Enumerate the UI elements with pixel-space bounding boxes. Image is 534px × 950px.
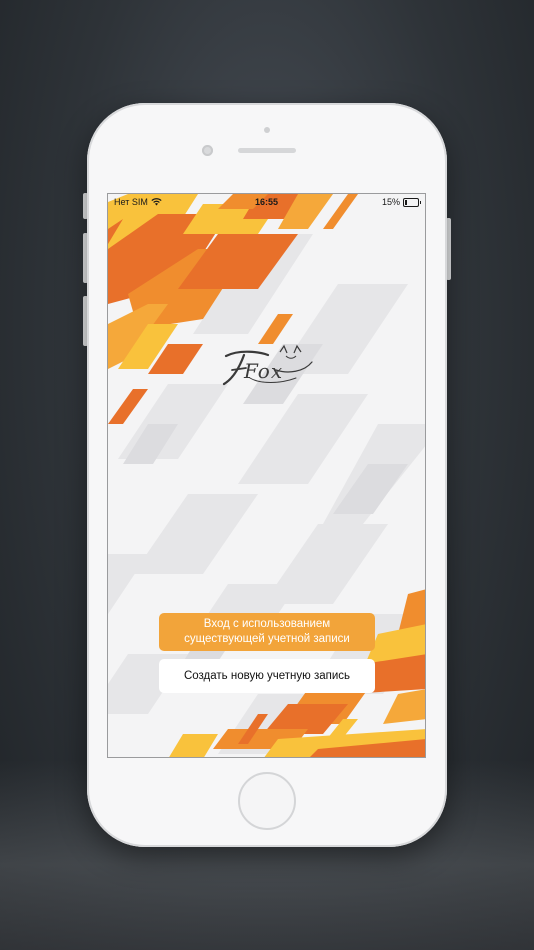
status-bar: Нет SIM 16:55 15% xyxy=(108,194,425,210)
proximity-sensor xyxy=(264,127,270,133)
status-time: 16:55 xyxy=(254,197,279,207)
fox-logo: Fox xyxy=(220,344,316,399)
earpiece-speaker xyxy=(238,148,296,153)
login-existing-account-button[interactable]: Вход с использованием существующей учетн… xyxy=(159,613,375,651)
create-button-label: Создать новую учетную запись xyxy=(183,670,351,682)
fox-logo-text: Fox xyxy=(244,359,284,383)
front-camera xyxy=(202,145,213,156)
app-screen: Нет SIM 16:55 15% Fox Вход с использован… xyxy=(107,193,426,758)
home-button[interactable] xyxy=(238,772,296,830)
create-new-account-button[interactable]: Создать новую учетную запись xyxy=(159,659,375,693)
battery-percent: 15% xyxy=(381,197,400,207)
battery-icon xyxy=(403,197,421,207)
login-button-label: Вход с использованием существующей учетн… xyxy=(184,618,350,645)
